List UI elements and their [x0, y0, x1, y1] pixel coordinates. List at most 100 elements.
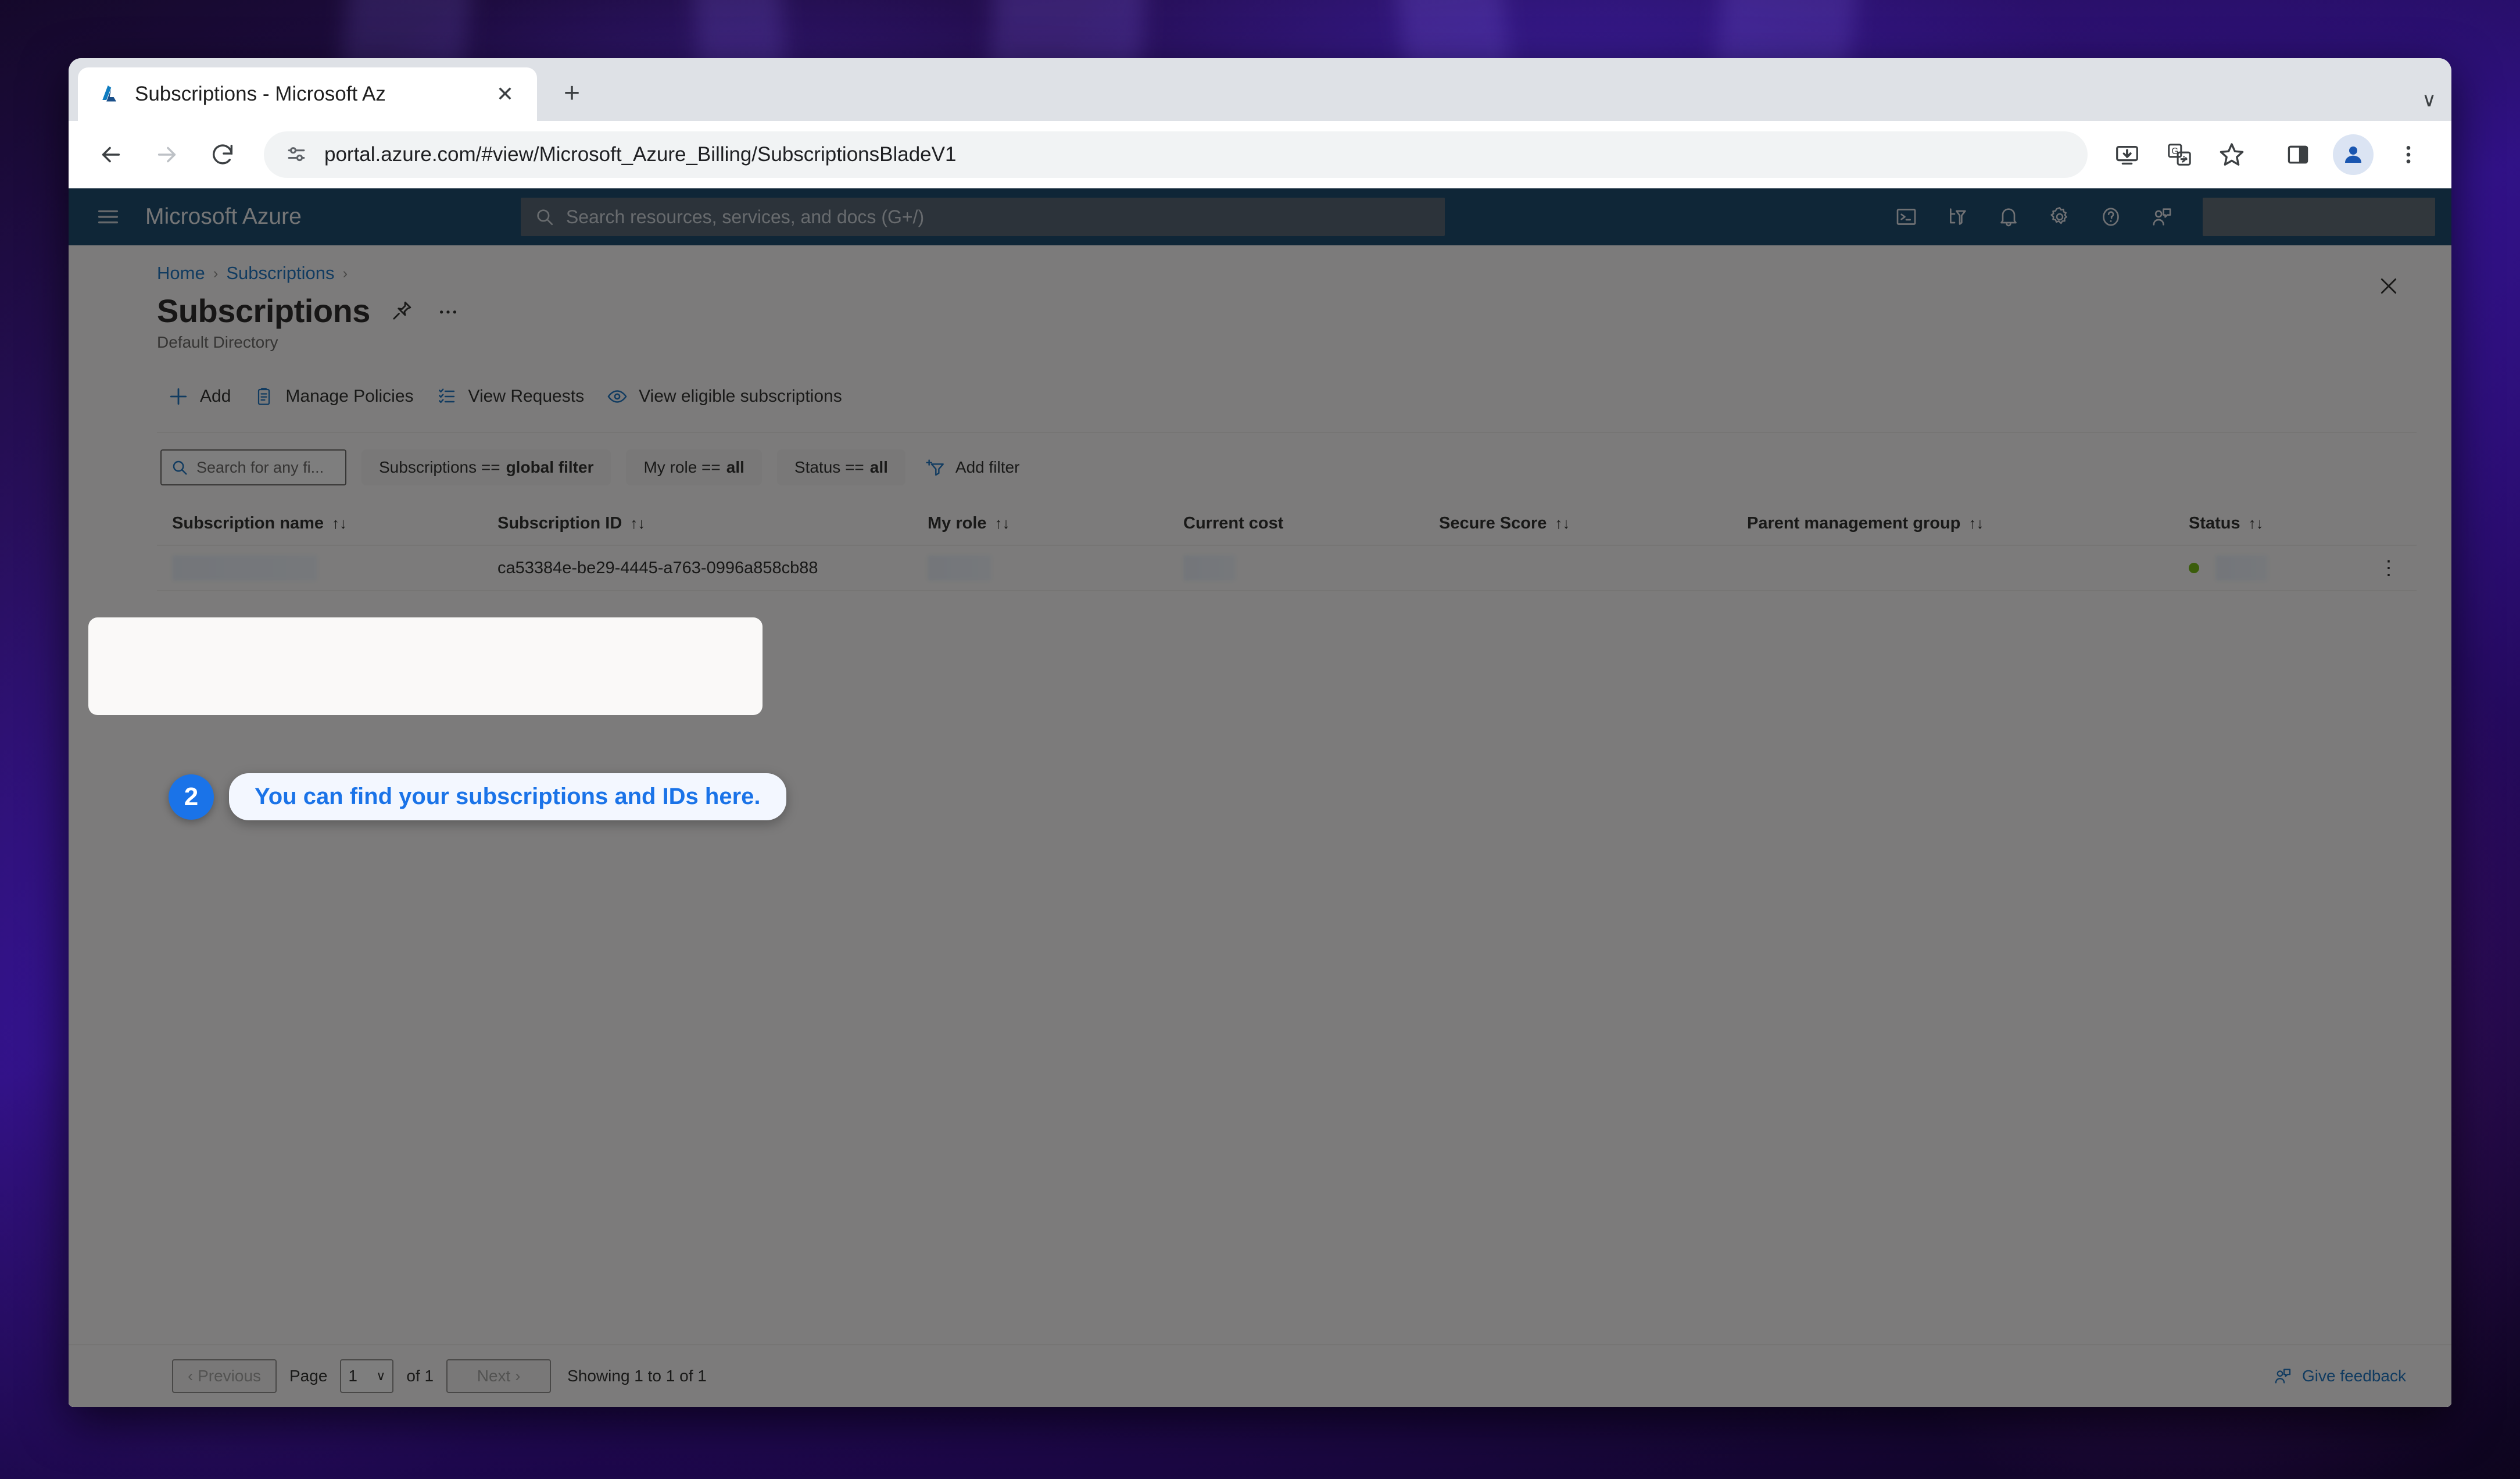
account-info-redacted[interactable]	[2203, 198, 2435, 236]
breadcrumb-item-home[interactable]: Home	[157, 263, 205, 284]
manage-policies-button[interactable]: Manage Policies	[246, 378, 428, 415]
browser-tab-title: Subscriptions - Microsoft Az	[135, 83, 386, 105]
table-row-divider	[157, 590, 2417, 591]
view-eligible-subscriptions-label: View eligible subscriptions	[639, 387, 842, 406]
azure-global-search[interactable]: Search resources, services, and docs (G+…	[520, 198, 1445, 236]
redacted-value	[2215, 555, 2268, 581]
add-button[interactable]: Add	[160, 378, 246, 415]
bookmark-star-icon[interactable]	[2208, 131, 2255, 178]
column-header-subscription-name[interactable]: Subscription name ↑↓	[172, 514, 497, 533]
blade-subtitle: Default Directory	[157, 333, 278, 351]
column-header-current-cost[interactable]: Current cost	[1183, 514, 1439, 533]
sort-arrows-icon: ↑↓	[1555, 514, 1570, 532]
add-filter-button[interactable]: Add filter	[921, 449, 1037, 485]
address-bar[interactable]: portal.azure.com/#view/Microsoft_Azure_B…	[264, 131, 2088, 178]
title-row: Subscriptions	[69, 284, 2451, 330]
settings-gear-icon[interactable]	[2036, 194, 2083, 240]
forward-button[interactable]	[142, 130, 192, 180]
ellipsis-icon[interactable]	[433, 296, 463, 326]
page-title: Subscriptions	[157, 292, 370, 329]
row-context-menu-icon[interactable]: ⋮	[2379, 556, 2400, 580]
column-header-status[interactable]: Status ↑↓	[2189, 514, 2363, 533]
blade-close-icon[interactable]	[2371, 269, 2406, 303]
page-total-label: of 1	[406, 1367, 434, 1385]
filter-pill-status-value: all	[869, 458, 888, 476]
site-settings-icon[interactable]	[284, 142, 309, 167]
filter-bar: Search for any fi... Subscriptions == gl…	[69, 433, 2451, 485]
translate-icon[interactable]: G	[2156, 131, 2203, 178]
address-bar-url: portal.azure.com/#view/Microsoft_Azure_B…	[324, 143, 957, 166]
feedback-person-icon[interactable]	[2139, 194, 2185, 240]
cell-my-role	[928, 555, 1183, 581]
callout-text-bubble: You can find your subscriptions and IDs …	[229, 773, 786, 820]
new-tab-button[interactable]: +	[550, 71, 594, 115]
browser-tab-close-icon[interactable]: ✕	[491, 80, 520, 109]
directory-filter-icon[interactable]	[1934, 194, 1981, 240]
azure-portal-page: Microsoft Azure Search resources, servic…	[69, 188, 2451, 1407]
manage-policies-label: Manage Policies	[285, 387, 414, 406]
reload-icon	[213, 144, 233, 165]
showing-count-label: Showing 1 to 1 of 1	[567, 1367, 707, 1385]
policy-clipboard-icon	[252, 384, 276, 409]
back-arrow-icon	[102, 147, 120, 163]
breadcrumb-item-subscriptions[interactable]: Subscriptions	[226, 263, 334, 284]
filter-pill-my-role-value: all	[726, 458, 744, 476]
notifications-bell-icon[interactable]	[1985, 194, 2032, 240]
reload-button[interactable]	[198, 130, 248, 180]
redacted-value	[928, 555, 991, 581]
page-label: Page	[289, 1367, 328, 1385]
column-header-secure-score[interactable]: Secure Score ↑↓	[1439, 514, 1747, 533]
column-header-parent-management-group[interactable]: Parent management group ↑↓	[1747, 514, 2189, 533]
view-eligible-subscriptions-button[interactable]: View eligible subscriptions	[599, 378, 857, 415]
tab-search-chevron-icon[interactable]: ∨	[2422, 88, 2436, 112]
cell-status	[2189, 555, 2363, 581]
breadcrumb-separator-icon: ›	[342, 264, 348, 282]
give-feedback-link[interactable]: Give feedback	[2273, 1366, 2406, 1386]
menu-icon[interactable]	[85, 194, 131, 240]
column-header-label: Parent management group	[1747, 513, 1961, 533]
cloud-shell-icon[interactable]	[1883, 194, 1930, 240]
feedback-person-icon	[2275, 1369, 2291, 1384]
help-question-icon[interactable]	[2088, 194, 2134, 240]
browser-window: Subscriptions - Microsoft Az ✕ + ∨ porta…	[69, 58, 2451, 1407]
column-header-my-role[interactable]: My role ↑↓	[928, 514, 1183, 533]
next-page-button[interactable]: Next ›	[446, 1359, 552, 1393]
list-check-icon	[435, 384, 459, 409]
profile-avatar-icon[interactable]	[2333, 134, 2374, 175]
sort-arrows-icon: ↑↓	[2248, 514, 2264, 532]
page-number-select[interactable]: 1 ∨	[340, 1359, 394, 1393]
redacted-value	[172, 555, 317, 581]
azure-favicon	[102, 85, 116, 102]
browser-toolbar: portal.azure.com/#view/Microsoft_Azure_B…	[69, 121, 2451, 188]
search-icon	[537, 209, 553, 226]
previous-page-button[interactable]: ‹ Previous	[172, 1359, 277, 1393]
sort-arrows-icon: ↑↓	[1968, 514, 1984, 532]
table-row[interactable]: ca53384e-be29-4445-a763-0996a858cb88 ⋮	[69, 546, 2451, 590]
status-badge	[2189, 563, 2199, 573]
chrome-menu-icon[interactable]	[2385, 131, 2432, 178]
install-app-icon[interactable]	[2104, 131, 2150, 178]
pin-icon[interactable]	[386, 296, 417, 326]
filter-pill-subscriptions-value: global filter	[506, 458, 594, 476]
azure-global-search-placeholder: Search resources, services, and docs (G+…	[565, 206, 925, 227]
filter-pill-subscriptions[interactable]: Subscriptions == global filter	[361, 449, 611, 485]
view-requests-button[interactable]: View Requests	[429, 378, 600, 415]
azure-brand-label[interactable]: Microsoft Azure	[145, 204, 302, 230]
filter-pill-my-role[interactable]: My role == all	[626, 449, 762, 485]
column-header-subscription-id[interactable]: Subscription ID ↑↓	[497, 514, 928, 533]
filter-pill-status[interactable]: Status == all	[776, 449, 905, 485]
browser-tab[interactable]: Subscriptions - Microsoft Az ✕	[78, 67, 537, 121]
search-input[interactable]: Search for any fi...	[160, 449, 346, 485]
breadcrumb-separator-icon: ›	[213, 264, 219, 282]
azure-nav-icon-group	[1883, 194, 2440, 240]
plus-icon	[166, 384, 191, 409]
back-button[interactable]	[86, 130, 136, 180]
page-number-value: 1	[348, 1367, 357, 1385]
add-filter-label: Add filter	[955, 458, 1020, 476]
redacted-value	[1183, 555, 1236, 581]
side-panel-icon[interactable]	[2275, 131, 2321, 178]
forward-arrow-icon	[158, 147, 176, 163]
cell-current-cost	[1183, 555, 1439, 581]
cell-subscription-name[interactable]	[172, 555, 497, 581]
pagination-footer: ‹ Previous Page 1 ∨ of 1 Next › Showing …	[69, 1344, 2451, 1407]
